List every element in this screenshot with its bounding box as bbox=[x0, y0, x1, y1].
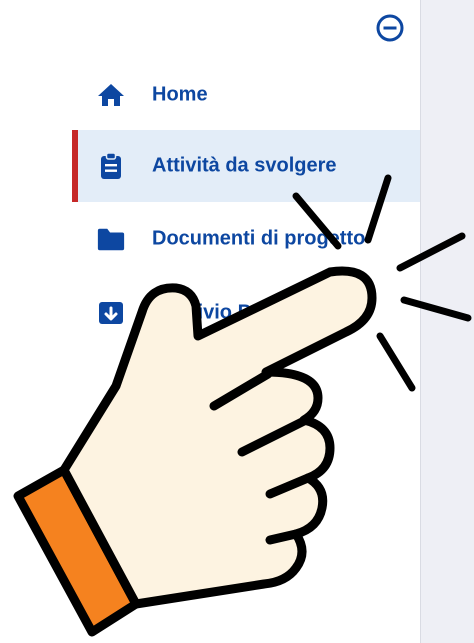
app-stage: Home Attività da svolgere Documenti di p… bbox=[0, 0, 474, 643]
archive-icon bbox=[96, 298, 126, 328]
minus-circle-icon bbox=[376, 14, 404, 42]
sidebar-item-label: Documenti di progetto bbox=[152, 227, 366, 250]
sidebar-item-label: Home bbox=[152, 83, 208, 106]
sidebar-item-label: Attività da svolgere bbox=[152, 154, 337, 177]
sidebar-item-attivita[interactable]: Attività da svolgere bbox=[72, 130, 420, 202]
folder-icon bbox=[96, 224, 126, 254]
clipboard-icon bbox=[96, 151, 126, 181]
sidebar-item-archivio[interactable]: Archivio Pr bbox=[72, 278, 420, 348]
sidebar-item-label: Archivio Pr bbox=[152, 301, 259, 324]
sidebar-collapse-button[interactable] bbox=[374, 12, 406, 44]
sidebar-item-home[interactable]: Home bbox=[72, 60, 420, 130]
sidebar-item-documenti[interactable]: Documenti di progetto bbox=[72, 204, 420, 274]
main-content-pane bbox=[420, 0, 474, 643]
home-icon bbox=[96, 80, 126, 110]
